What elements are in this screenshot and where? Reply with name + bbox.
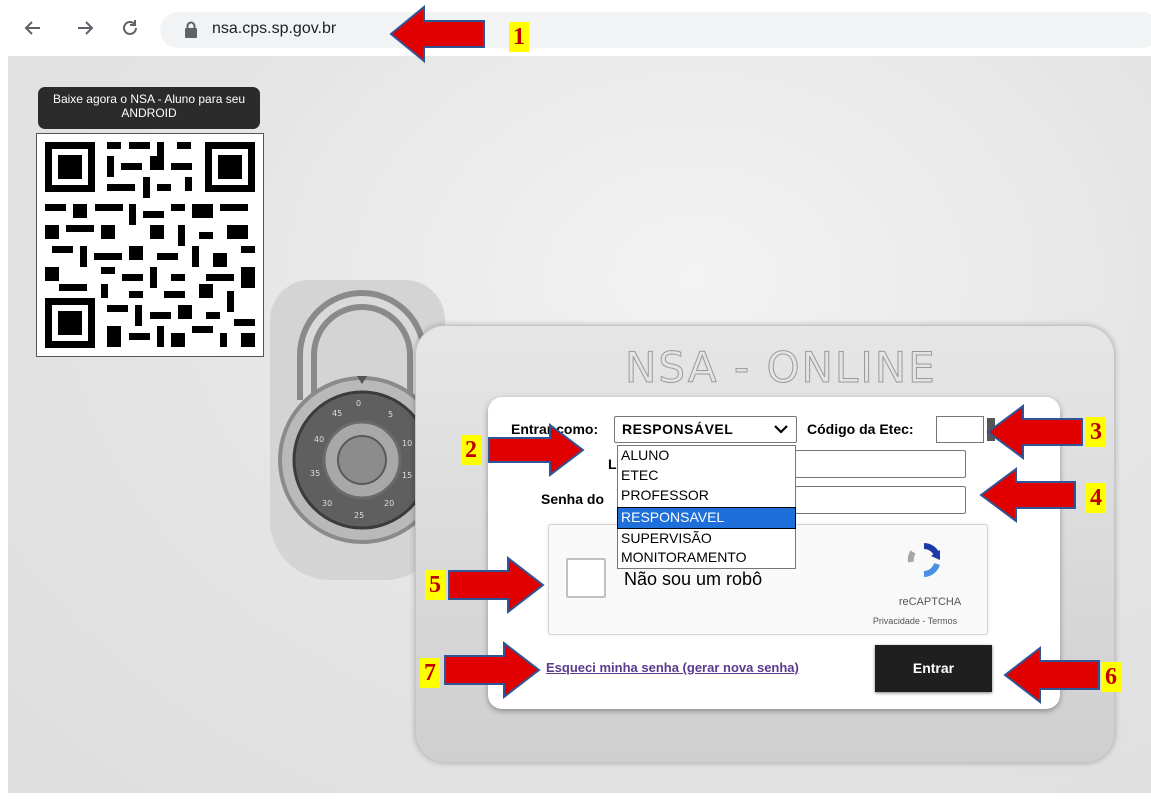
annotation-marker-7: 7 — [420, 658, 440, 688]
annotation-marker-3: 3 — [1086, 417, 1106, 447]
annotation-marker-5: 5 — [425, 570, 445, 600]
annotation-marker-2: 2 — [461, 435, 481, 465]
url-text[interactable]: nsa.cps.sp.gov.br — [212, 20, 336, 38]
annotation-arrow-7 — [444, 640, 541, 700]
recaptcha-links[interactable]: Privacidade - Termos — [855, 616, 975, 626]
forgot-password-link[interactable]: Esqueci minha senha (gerar nova senha) — [546, 660, 799, 675]
reload-icon[interactable] — [116, 14, 144, 42]
svg-text:20: 20 — [384, 499, 394, 508]
android-download-banner[interactable]: Baixe agora o NSA - Aluno para seu ANDRO… — [38, 87, 260, 129]
recaptcha-logo-icon — [906, 542, 942, 583]
annotation-arrow-4 — [979, 467, 1076, 523]
dropdown-option-highlighted[interactable]: RESPONSAVEL — [617, 507, 796, 529]
browser-toolbar: nsa.cps.sp.gov.br — [0, 0, 1151, 56]
login-label: L — [608, 456, 617, 472]
dropdown-option[interactable]: SUPERVISÃO — [618, 529, 795, 549]
annotation-arrow-5 — [448, 555, 545, 615]
etec-code-input[interactable] — [936, 416, 984, 443]
dropdown-option[interactable]: ETEC — [618, 466, 795, 486]
role-dropdown-list: ALUNO ETEC PROFESSOR RESPONSAVEL SUPERVI… — [617, 445, 796, 569]
dropdown-option[interactable]: MONITORAMENTO — [618, 548, 795, 568]
forward-arrow-icon[interactable] — [72, 14, 100, 42]
chevron-down-icon[interactable] — [772, 421, 790, 437]
submit-button[interactable]: Entrar — [875, 645, 992, 692]
annotation-marker-6: 6 — [1101, 662, 1121, 692]
svg-text:45: 45 — [332, 409, 342, 418]
annotation-arrow-6 — [1003, 645, 1100, 705]
screen-root: nsa.cps.sp.gov.br Baixe agora o NSA - Al… — [0, 0, 1151, 799]
svg-text:25: 25 — [354, 511, 364, 520]
lock-icon — [184, 21, 198, 44]
dropdown-option[interactable]: PROFESSOR — [618, 486, 795, 506]
svg-text:0: 0 — [356, 399, 361, 408]
svg-text:35: 35 — [310, 469, 320, 478]
recaptcha-brand: reCAPTCHA — [898, 596, 962, 608]
panel-title: NSA - ONLINE — [625, 343, 937, 393]
svg-text:5: 5 — [388, 410, 393, 419]
password-label: Senha do — [541, 491, 605, 507]
password-input[interactable] — [795, 486, 966, 514]
svg-text:40: 40 — [314, 435, 324, 444]
back-arrow-icon[interactable] — [18, 14, 46, 42]
dropdown-option[interactable]: ALUNO — [618, 446, 795, 466]
etec-code-label: Código da Etec: — [807, 421, 914, 437]
recaptcha-label: Não sou um robô — [624, 569, 763, 589]
qr-code-image[interactable] — [36, 133, 264, 357]
recaptcha-checkbox[interactable] — [566, 558, 606, 598]
annotation-arrow-3 — [986, 404, 1083, 460]
annotation-marker-1: 1 — [509, 22, 529, 52]
annotation-arrow-1 — [389, 4, 485, 64]
annotation-marker-4: 4 — [1086, 483, 1106, 513]
svg-text:10: 10 — [402, 439, 412, 448]
annotation-arrow-2 — [488, 423, 585, 477]
svg-text:15: 15 — [402, 471, 412, 480]
login-input[interactable] — [795, 450, 966, 478]
role-select[interactable]: RESPONSÁVEL — [614, 416, 797, 443]
svg-text:30: 30 — [322, 499, 332, 508]
